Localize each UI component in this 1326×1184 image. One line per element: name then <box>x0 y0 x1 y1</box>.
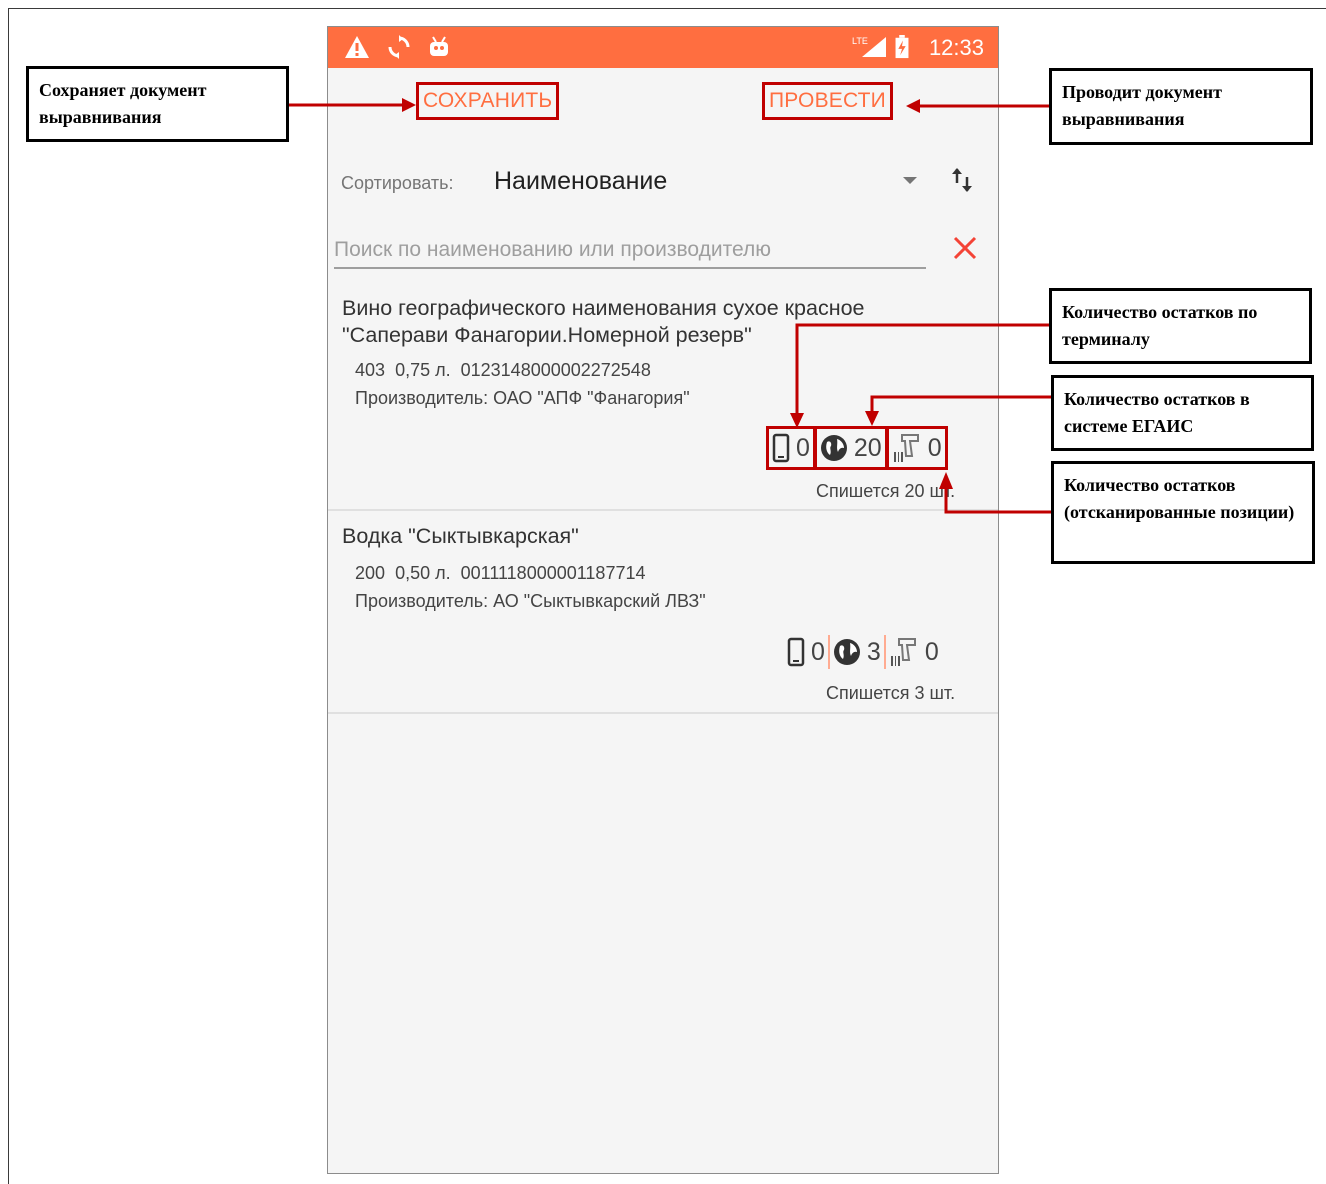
annotation-arrows <box>289 98 1051 514</box>
